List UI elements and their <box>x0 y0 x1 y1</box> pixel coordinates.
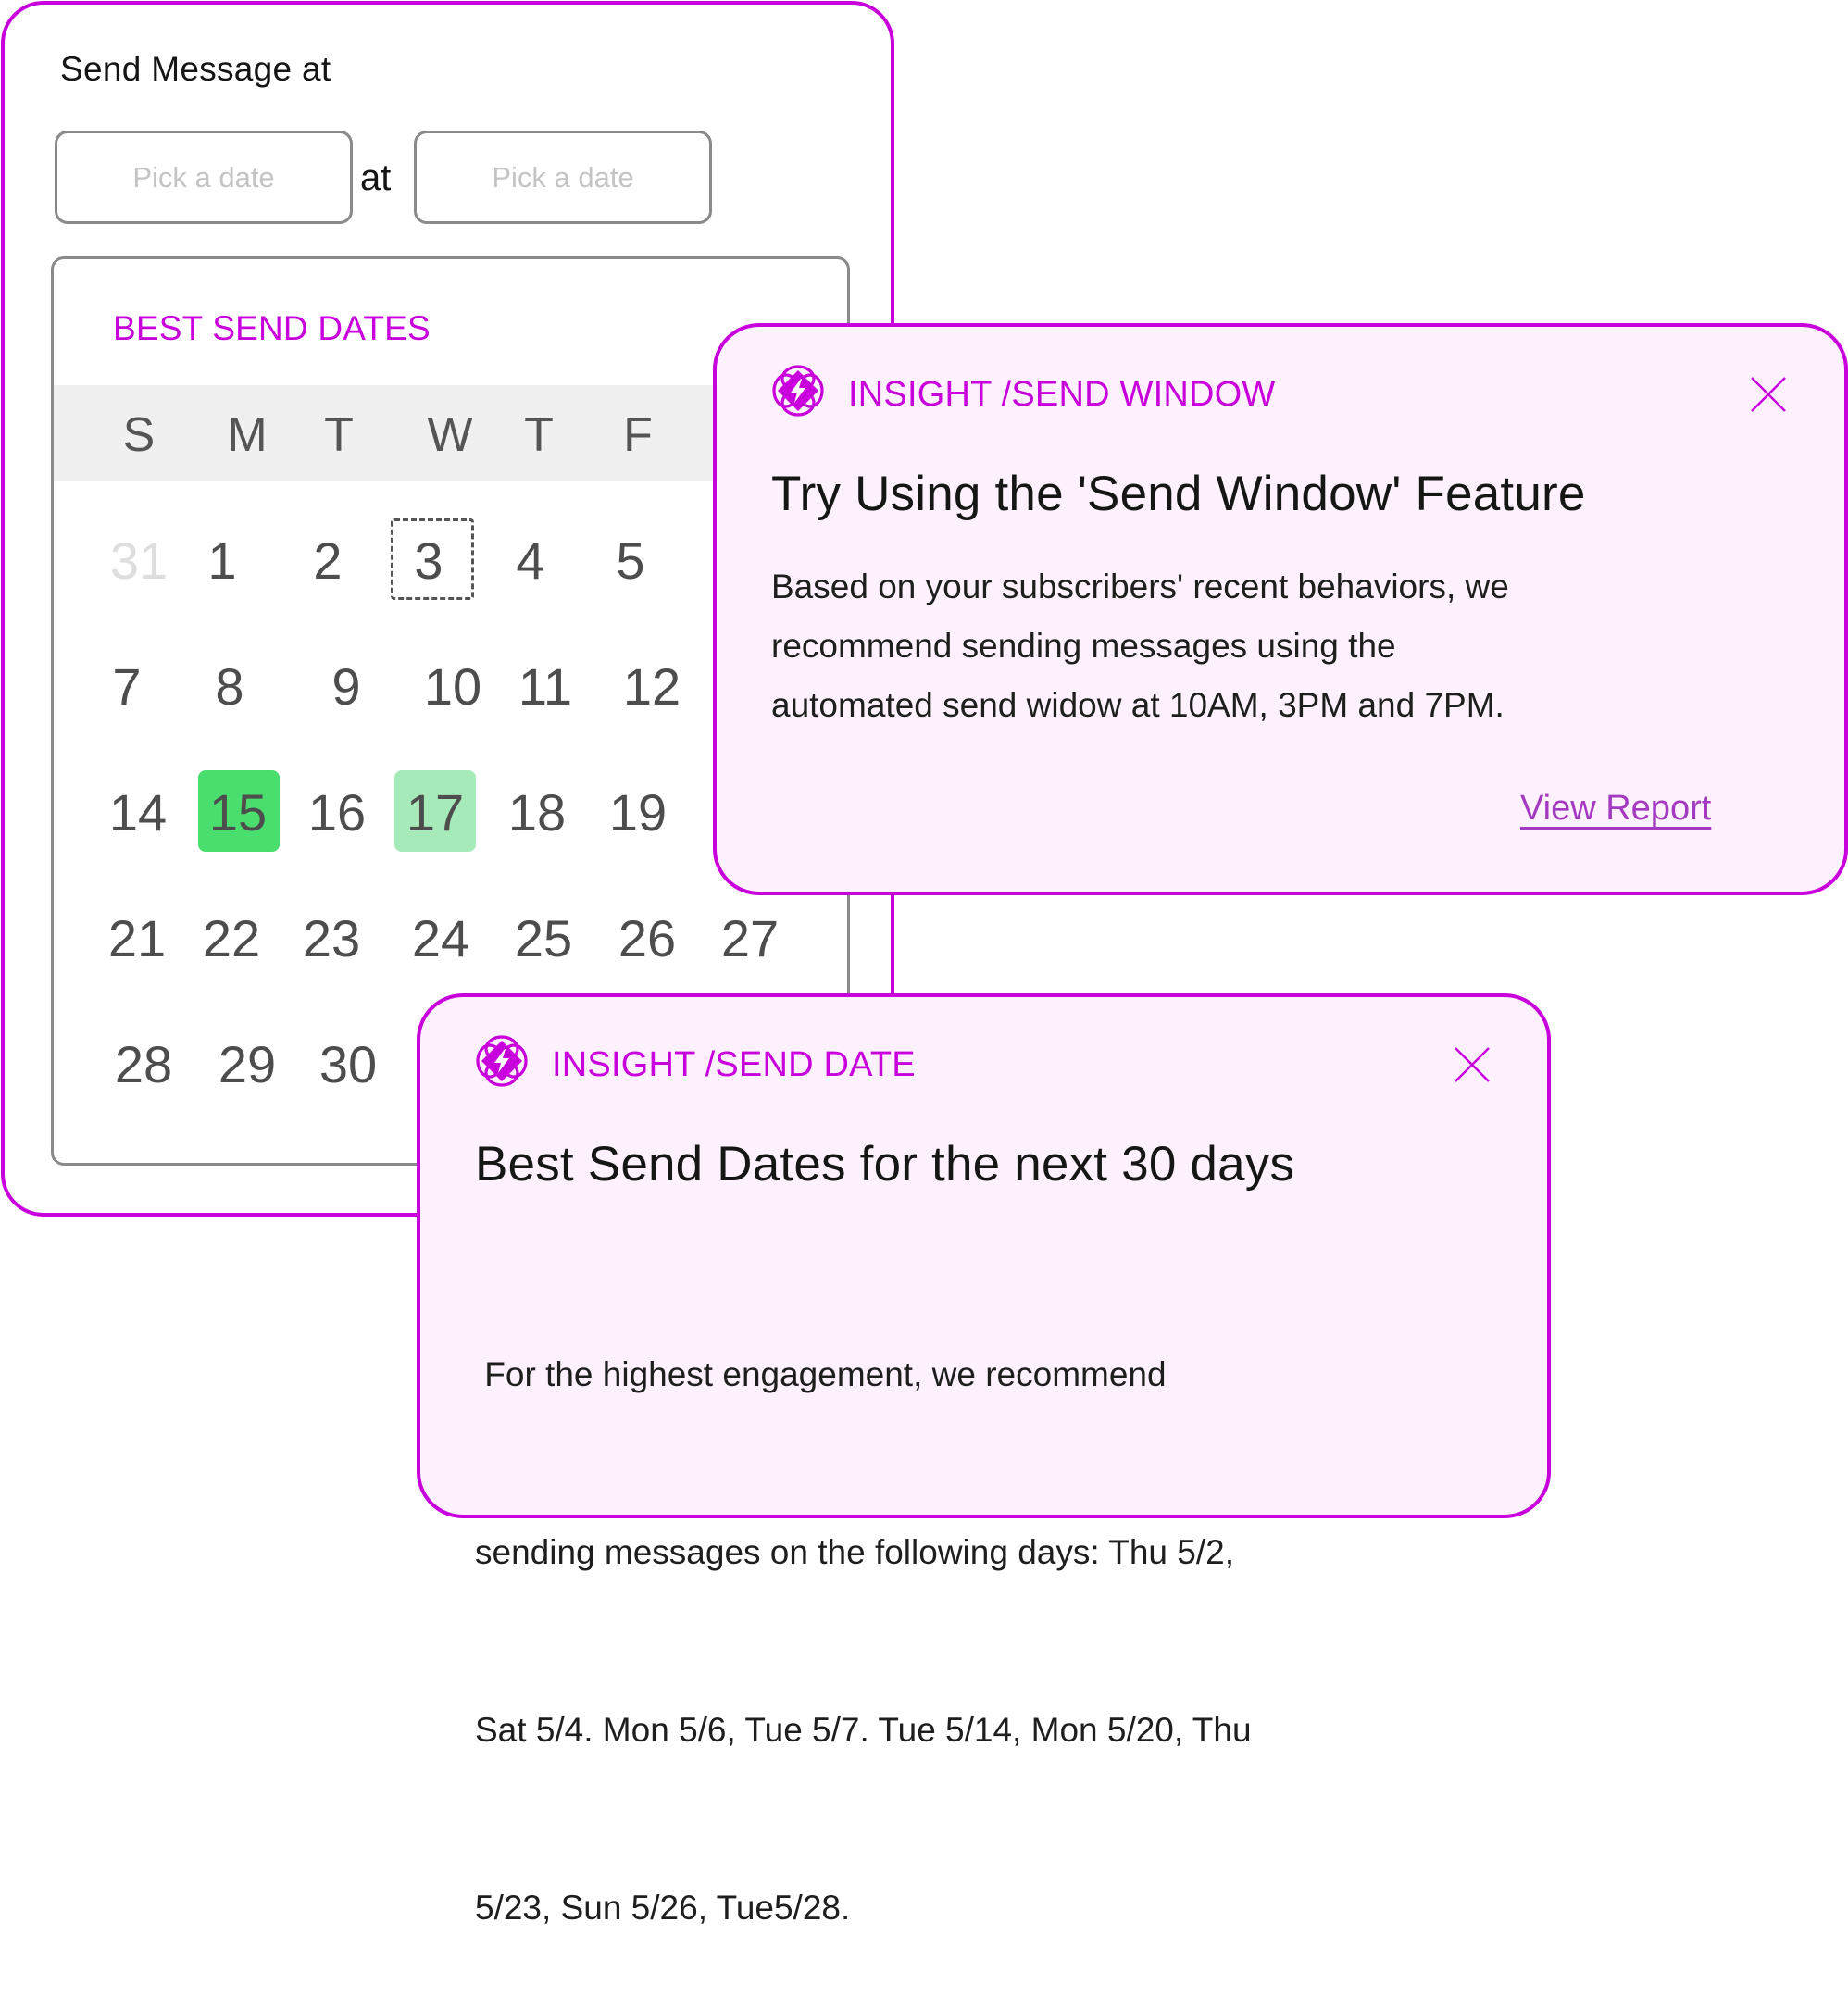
insight-keyword: INSIGHT <box>552 1045 695 1084</box>
calendar-day[interactable]: 2 <box>313 535 342 587</box>
calendar-day[interactable]: 16 <box>308 787 366 839</box>
calendar-title: BEST SEND DATES <box>113 309 431 347</box>
calendar-day[interactable]: 15 <box>209 787 267 839</box>
weekday-thursday: T <box>524 408 554 462</box>
insight-body-line: Based on your subscribers' recent behavi… <box>771 568 1509 605</box>
calendar-day[interactable]: 8 <box>215 661 243 713</box>
calendar-day[interactable]: 11 <box>518 661 572 713</box>
insight-body-line: sending messages on the following days: … <box>475 1533 1234 1571</box>
weekday-monday: M <box>227 408 268 462</box>
date-input[interactable]: Pick a date <box>55 131 353 224</box>
calendar-day[interactable]: 17 <box>406 787 464 839</box>
calendar-day[interactable]: 29 <box>219 1039 276 1091</box>
view-report-link[interactable]: View Report <box>1520 789 1711 829</box>
calendar-day[interactable]: 30 <box>319 1039 377 1091</box>
calendar-day[interactable]: 12 <box>623 661 681 713</box>
calendar-day[interactable]: 9 <box>331 661 360 713</box>
insight-body-line: 5/23, Sun 5/26, Tue5/28. <box>475 1889 851 1927</box>
insight-title: Try Using the 'Send Window' Feature <box>771 467 1586 521</box>
calendar-day[interactable]: 5 <box>616 535 644 587</box>
at-label: at <box>360 157 392 198</box>
calendar-day[interactable]: 24 <box>412 913 469 965</box>
insight-topic: /SEND WINDOW <box>1001 375 1276 414</box>
date-input-placeholder: Pick a date <box>132 160 275 193</box>
insight-flower-bolt-icon <box>772 365 824 417</box>
calendar-day[interactable]: 14 <box>109 787 167 839</box>
calendar-day[interactable]: 19 <box>609 787 667 839</box>
weekday-tuesday: T <box>324 408 354 462</box>
close-icon[interactable] <box>1750 376 1787 413</box>
panel-title: Send Message at <box>60 50 331 88</box>
insight-body-line: Sat 5/4. Mon 5/6, Tue 5/7. Tue 5/14, Mon… <box>475 1711 1252 1749</box>
insight-title: Best Send Dates for the next 30 days <box>475 1137 1295 1192</box>
calendar-day[interactable]: 25 <box>515 913 572 965</box>
calendar-day[interactable]: 3 <box>414 535 443 587</box>
calendar-day[interactable]: 4 <box>516 535 544 587</box>
insight-body-line: automated send widow at 10AM, 3PM and 7P… <box>771 686 1505 724</box>
calendar-day[interactable]: 27 <box>721 913 779 965</box>
calendar-day[interactable]: 18 <box>508 787 566 839</box>
insight-flower-bolt-icon <box>476 1035 528 1087</box>
insight-tag: INSIGHT /SEND DATE <box>552 1045 916 1085</box>
time-input[interactable]: Pick a date <box>414 131 712 224</box>
insight-keyword: INSIGHT <box>848 375 992 414</box>
calendar-day[interactable]: 22 <box>203 913 260 965</box>
insight-body-line: recommend sending messages using the <box>771 627 1396 665</box>
calendar-day[interactable]: 23 <box>303 913 360 965</box>
close-icon[interactable] <box>1454 1046 1491 1083</box>
calendar-day[interactable]: 7 <box>112 661 141 713</box>
calendar-day[interactable]: 1 <box>207 535 236 587</box>
calendar-day[interactable]: 31 <box>110 535 168 587</box>
insight-tag: INSIGHT /SEND WINDOW <box>848 375 1275 415</box>
weekday-friday: F <box>623 408 653 462</box>
calendar-day[interactable]: 28 <box>115 1039 172 1091</box>
insight-body: Based on your subscribers' recent behavi… <box>771 557 1509 735</box>
time-input-placeholder: Pick a date <box>492 160 634 193</box>
insight-body: For the highest engagement, we recommend… <box>475 1227 1252 1997</box>
insight-body-line: For the highest engagement, we recommend <box>475 1355 1167 1393</box>
weekday-sunday: S <box>122 408 156 462</box>
calendar-day[interactable]: 10 <box>424 661 481 713</box>
calendar-day[interactable]: 26 <box>618 913 676 965</box>
calendar-day[interactable]: 21 <box>108 913 166 965</box>
weekday-wednesday: W <box>427 408 473 462</box>
insight-topic: /SEND DATE <box>705 1045 916 1084</box>
